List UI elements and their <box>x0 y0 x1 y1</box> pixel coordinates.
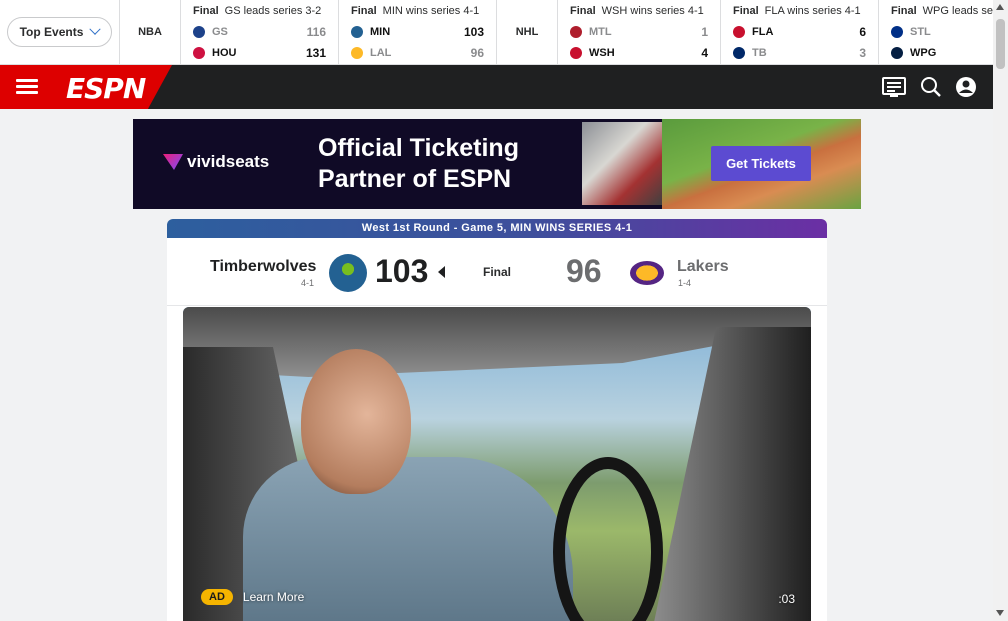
learn-more-link[interactable]: Learn More <box>243 590 304 604</box>
team-row: TB 3 <box>733 42 866 63</box>
team-abbr: WPG <box>910 46 937 59</box>
game-card: West 1st Round - Game 5, MIN WINS SERIES… <box>167 219 827 621</box>
game-tile[interactable]: Final MIN wins series 4-1 MIN 103 LAL 96 <box>339 0 497 64</box>
home-team-name[interactable]: Timberwolves <box>210 258 316 276</box>
vividseats-logo: vividseats <box>163 152 269 172</box>
team-row: MTL 1 <box>570 21 708 42</box>
team-score: 116 <box>306 24 326 39</box>
gs-logo-icon <box>193 25 205 38</box>
home-team-record: 4-1 <box>301 278 315 288</box>
ad-headline: Official Ticketing Partner of ESPN <box>318 133 519 195</box>
team-abbr: LAL <box>370 46 392 59</box>
team-score: 103 <box>463 24 484 39</box>
team-row: WPG <box>891 42 993 63</box>
team-abbr: STL <box>910 25 931 38</box>
wpg-logo-icon <box>891 46 903 59</box>
team-abbr: MTL <box>589 25 612 38</box>
search-icon[interactable] <box>919 76 943 98</box>
game-tile[interactable]: Final FLA wins series 4-1 FLA 6 TB 3 <box>721 0 879 64</box>
ad-countdown: :03 <box>778 592 795 606</box>
team-abbr: MIN <box>370 25 391 38</box>
game-final-status: Final <box>483 265 512 279</box>
game-status: Final WPG leads se <box>891 5 993 17</box>
team-row: HOU 131 <box>193 42 326 63</box>
away-team-name[interactable]: Lakers <box>677 258 729 276</box>
wsh-logo-icon <box>570 46 582 59</box>
top-events-label: Top Events <box>19 25 84 39</box>
team-abbr: HOU <box>212 46 237 59</box>
scoreboard-strip: Top Events NBA Final GS leads series 3-2 … <box>0 0 993 65</box>
team-score: 4 <box>701 45 708 60</box>
team-score: 131 <box>305 45 326 60</box>
ad-headline-line1: Official Ticketing <box>318 134 519 162</box>
main-nav: ESPN <box>0 65 993 109</box>
vividseats-mark-icon <box>163 154 183 170</box>
get-tickets-button[interactable]: Get Tickets <box>711 146 811 181</box>
game-status: Final WSH wins series 4-1 <box>570 5 704 17</box>
winner-arrow-icon <box>438 266 445 278</box>
mtl-logo-icon <box>570 25 582 38</box>
lakers-logo-icon <box>630 261 664 285</box>
tb-logo-icon <box>733 46 745 59</box>
matchup-row[interactable]: Timberwolves 4-1 103 Final 96 Lakers 1-4 <box>167 238 827 306</box>
team-row: MIN 103 <box>351 21 484 42</box>
away-team-record: 1-4 <box>678 278 692 288</box>
top-events-dropdown[interactable]: Top Events <box>6 17 113 47</box>
espn-logo[interactable]: ESPN <box>66 72 146 105</box>
game-status: Final MIN wins series 4-1 <box>351 5 480 17</box>
game-status: Final FLA wins series 4-1 <box>733 5 861 17</box>
game-tile[interactable]: Final GS leads series 3-2 GS 116 HOU 131 <box>181 0 339 64</box>
team-score: 1 <box>701 24 708 39</box>
espn-page: Top Events NBA Final GS leads series 3-2 … <box>0 0 1008 621</box>
game-card-header: West 1st Round - Game 5, MIN WINS SERIES… <box>167 219 827 238</box>
lal-logo-icon <box>351 46 363 59</box>
video-player[interactable]: AD Learn More :03 <box>183 307 811 621</box>
league-label-nhl[interactable]: NHL <box>497 0 558 64</box>
scores-icon[interactable] <box>882 76 906 98</box>
ad-headline-line2: Partner of ESPN <box>318 165 512 193</box>
ad-badge: AD <box>201 589 233 605</box>
fla-logo-icon <box>733 25 745 38</box>
hou-logo-icon <box>193 46 205 59</box>
chevron-down-icon <box>89 23 102 35</box>
game-status: Final GS leads series 3-2 <box>193 5 322 17</box>
timberwolves-logo-icon <box>329 254 367 292</box>
league-label-nba[interactable]: NBA <box>120 0 181 64</box>
team-abbr: FLA <box>752 25 774 38</box>
video-ad-label: AD Learn More <box>201 589 304 605</box>
game-tile[interactable]: Final WSH wins series 4-1 MTL 1 WSH 4 <box>558 0 721 64</box>
scrollbar-thumb[interactable] <box>996 19 1005 69</box>
team-row: LAL 96 <box>351 42 484 63</box>
stl-logo-icon <box>891 25 903 38</box>
vividseats-ad-banner[interactable]: vividseats Official Ticketing Partner of… <box>133 119 861 209</box>
profile-icon[interactable] <box>954 76 978 98</box>
top-events-wrapper: Top Events <box>0 0 120 64</box>
scroll-down-arrow-icon[interactable] <box>996 610 1004 616</box>
video-driver-head <box>301 349 411 494</box>
scroll-up-arrow-icon[interactable] <box>996 4 1004 10</box>
team-abbr: WSH <box>589 46 615 59</box>
team-score: 6 <box>859 24 866 39</box>
team-row: FLA 6 <box>733 21 866 42</box>
team-score: 3 <box>859 45 866 60</box>
baseball-player-image <box>582 122 662 205</box>
game-tile[interactable]: Final WPG leads se STL WPG <box>879 0 993 64</box>
team-abbr: TB <box>752 46 767 59</box>
away-score: 96 <box>566 253 602 289</box>
team-score: 96 <box>470 45 484 60</box>
vividseats-brand: vividseats <box>187 152 270 171</box>
min-logo-icon <box>351 25 363 38</box>
page-scrollbar[interactable] <box>993 0 1008 621</box>
menu-icon[interactable] <box>16 79 38 95</box>
team-row: WSH 4 <box>570 42 708 63</box>
team-abbr: GS <box>212 25 228 38</box>
team-row: GS 116 <box>193 21 326 42</box>
home-score: 103 <box>375 253 429 289</box>
team-row: STL <box>891 21 993 42</box>
